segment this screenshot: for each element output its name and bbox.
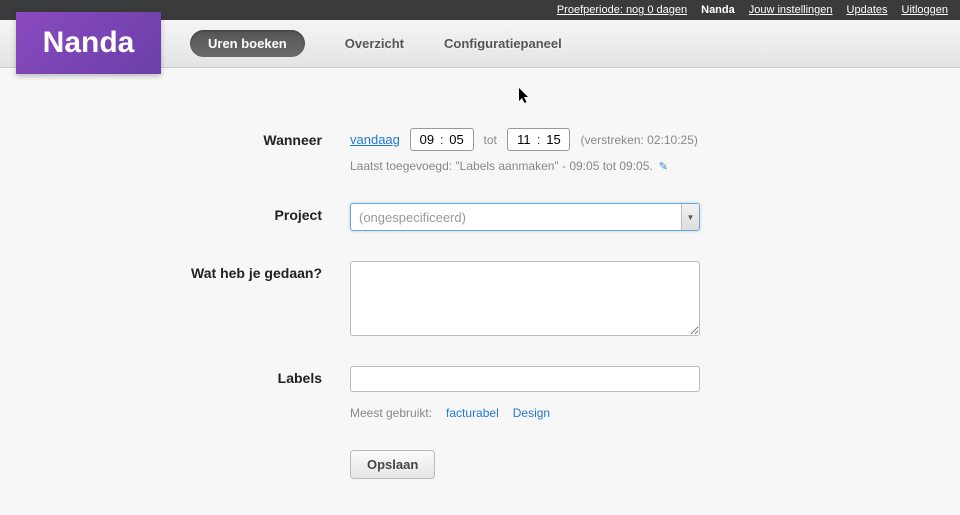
chevron-down-icon[interactable]: ▼: [681, 204, 699, 230]
today-link[interactable]: vandaag: [350, 132, 400, 147]
tab-uren-boeken[interactable]: Uren boeken: [190, 30, 305, 57]
tab-configuratiepaneel[interactable]: Configuratiepaneel: [444, 36, 562, 51]
last-added-text: Laatst toegevoegd: "Labels aanmaken" - 0…: [350, 159, 653, 173]
row-project: Project (ongespecificeerd) ▼: [40, 203, 920, 231]
time-from-min-input[interactable]: [447, 132, 467, 147]
tag-facturabel[interactable]: facturabel: [446, 406, 499, 420]
user-name[interactable]: Nanda: [701, 4, 735, 16]
time-from[interactable]: :: [410, 128, 474, 151]
time-from-hour-input[interactable]: [417, 132, 437, 147]
brand-logo[interactable]: Nanda: [16, 12, 161, 74]
labels-input[interactable]: [350, 366, 700, 392]
label-description: Wat heb je gedaan?: [40, 261, 350, 281]
project-select-value: (ongespecificeerd): [351, 210, 681, 225]
settings-link[interactable]: Jouw instellingen: [749, 4, 833, 16]
trial-link[interactable]: Proefperiode: nog 0 dagen: [557, 4, 687, 16]
updates-link[interactable]: Updates: [847, 4, 888, 16]
elapsed-text: (verstreken: 02:10:25): [580, 133, 697, 147]
time-to-hour-input[interactable]: [514, 132, 534, 147]
navbar: Nanda Uren boeken Overzicht Configuratie…: [0, 20, 960, 68]
label-labels: Labels: [40, 366, 350, 386]
row-description: Wat heb je gedaan?: [40, 261, 920, 336]
save-button[interactable]: Opslaan: [350, 450, 435, 479]
form-area: Wanneer vandaag : tot : (verstreken: 02:…: [0, 68, 960, 479]
label-wanneer: Wanneer: [40, 128, 350, 148]
row-labels: Labels Meest gebruikt: facturabel Design: [40, 366, 920, 420]
logout-link[interactable]: Uitloggen: [902, 4, 948, 16]
time-to-min-input[interactable]: [543, 132, 563, 147]
tab-overzicht[interactable]: Overzicht: [345, 36, 404, 51]
tag-design[interactable]: Design: [513, 406, 550, 420]
row-wanneer: Wanneer vandaag : tot : (verstreken: 02:…: [40, 128, 920, 173]
project-select[interactable]: (ongespecificeerd) ▼: [350, 203, 700, 231]
time-to[interactable]: :: [507, 128, 571, 151]
most-used-tags: Meest gebruikt: facturabel Design: [350, 406, 920, 420]
time-to-label: tot: [484, 133, 497, 147]
description-textarea[interactable]: [350, 261, 700, 336]
label-project: Project: [40, 203, 350, 223]
edit-icon[interactable]: ✎: [659, 160, 668, 173]
most-used-label: Meest gebruikt:: [350, 406, 432, 420]
row-save: Opslaan: [40, 450, 920, 479]
